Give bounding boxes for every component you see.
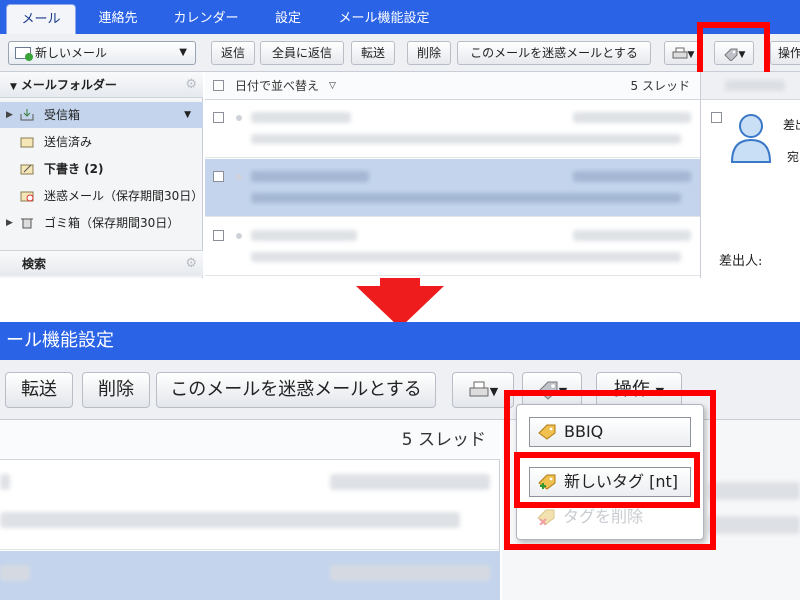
reply-all-button[interactable]: 全員に返信 — [260, 41, 344, 65]
avatar-icon — [730, 114, 772, 163]
trash-icon — [21, 218, 33, 229]
print-icon — [672, 47, 688, 58]
preview-to-partial: 宛 — [787, 150, 800, 164]
new-mail-icon — [15, 47, 33, 61]
mark-spam-button[interactable]: このメールを迷惑メールとする — [457, 41, 651, 65]
top-toolbar: 新しいメール ▼ 返信 全員に返信 転送 削除 このメールを迷惑メールとする ▼… — [0, 34, 800, 72]
list-item[interactable] — [205, 159, 700, 217]
folder-sent[interactable]: 送信済み — [0, 129, 203, 155]
inbox-icon — [20, 109, 34, 121]
gear-icon[interactable]: ⚙ — [185, 251, 197, 277]
redacted-text — [708, 482, 800, 500]
mail-list-header: 5 スレッド — [0, 420, 500, 460]
forward-button[interactable]: 転送 — [5, 372, 73, 408]
thread-count: 5 スレッド — [630, 79, 690, 93]
redacted-sender — [0, 565, 30, 581]
tab-mail[interactable]: メール — [6, 4, 76, 34]
mail-settings-title: ール機能設定 — [0, 322, 800, 360]
tab-calendar[interactable]: カレンダー — [160, 4, 252, 34]
thread-count: 5 スレッド — [401, 430, 486, 450]
list-item[interactable] — [0, 460, 500, 550]
redacted-date — [330, 474, 490, 490]
top-screenshot: メール 連絡先 カレンダー 設定 メール機能設定 新しいメール ▼ 返信 全員に… — [0, 0, 800, 278]
sent-icon — [20, 137, 34, 148]
redacted-sender — [0, 474, 10, 490]
chevron-down-icon[interactable]: ▼ — [184, 102, 191, 128]
preview-header — [701, 72, 800, 100]
folder-spam-label: 迷惑メール（保存期間30日） — [44, 189, 204, 203]
search-label: 検索 — [22, 257, 47, 271]
redacted-sender — [251, 112, 351, 123]
print-icon — [469, 381, 489, 397]
unread-dot — [236, 233, 242, 239]
redacted-text — [708, 516, 800, 534]
list-item[interactable] — [205, 100, 700, 158]
redacted-date — [573, 112, 691, 123]
preview-from-partial: 差出 — [783, 118, 800, 132]
redacted-subject — [251, 252, 681, 262]
reply-button[interactable]: 返信 — [211, 41, 255, 65]
redacted-date — [573, 230, 691, 241]
tab-settings[interactable]: 設定 — [262, 4, 314, 34]
mail-list-header: 日付で並べ替え ▽ 5 スレッド — [205, 72, 700, 100]
redacted-subject — [0, 512, 460, 528]
folder-sent-label: 送信済み — [44, 135, 93, 149]
folder-header: ▼ メールフォルダー ⚙ — [0, 72, 203, 98]
folder-drafts-label: 下書き (2) — [44, 162, 104, 176]
folder-trash-label: ゴミ箱（保存期間30日） — [44, 216, 180, 230]
delete-button[interactable]: 削除 — [82, 372, 150, 408]
folder-inbox[interactable]: ▶ 受信箱 ▼ — [0, 102, 203, 128]
redacted-subject — [725, 80, 785, 91]
tab-mail-settings[interactable]: メール機能設定 — [322, 4, 446, 34]
row-checkbox[interactable] — [213, 171, 224, 182]
chevron-down-icon: ▼ — [687, 50, 695, 60]
gear-icon[interactable]: ⚙ — [185, 72, 197, 98]
preview-sender-label: 差出人: — [719, 254, 763, 269]
spam-icon — [20, 191, 34, 202]
arrow-down-icon — [356, 278, 444, 328]
top-nav-bar: メール 連絡先 カレンダー 設定 メール機能設定 — [0, 0, 800, 34]
folder-drafts[interactable]: 下書き (2) — [0, 156, 203, 182]
tab-contacts[interactable]: 連絡先 — [86, 4, 150, 34]
redacted-sender — [251, 230, 357, 241]
redacted-date — [330, 565, 490, 581]
redacted-subject — [251, 193, 681, 203]
sort-label[interactable]: 日付で並べ替え — [235, 72, 319, 100]
new-mail-button[interactable]: 新しいメール ▼ — [8, 41, 196, 65]
chevron-down-icon: ▼ — [179, 47, 187, 58]
mail-list-pane: 日付で並べ替え ▽ 5 スレッド — [205, 72, 700, 278]
folder-trash[interactable]: ▶ ゴミ箱（保存期間30日） — [0, 210, 203, 236]
expand-arrow-icon[interactable]: ▶ — [6, 102, 13, 128]
collapse-arrow-icon: ▼ — [10, 82, 17, 92]
mail-list-pane: 5 スレッド — [0, 420, 500, 600]
redacted-subject — [251, 134, 681, 144]
redacted-date — [573, 171, 691, 182]
bottom-zoomed-screenshot: ール機能設定 転送 削除 このメールを迷惑メールとする ▼ ▼ 操作 ▼ 5 ス… — [0, 322, 800, 600]
row-checkbox[interactable] — [213, 112, 224, 123]
operations-button[interactable]: 操作 — [770, 41, 800, 65]
search-header[interactable]: 検索 ⚙ — [0, 250, 203, 276]
draft-icon — [20, 164, 34, 175]
mark-spam-button[interactable]: このメールを迷惑メールとする — [156, 372, 436, 408]
redacted-sender — [251, 171, 369, 182]
sort-arrow-icon[interactable]: ▽ — [329, 72, 336, 100]
preview-checkbox[interactable] — [711, 112, 722, 123]
unread-dot — [236, 115, 242, 121]
new-mail-label: 新しいメール — [35, 46, 108, 60]
select-all-checkbox[interactable] — [213, 80, 224, 91]
folder-pane: ▼ メールフォルダー ⚙ ▶ 受信箱 ▼ 送信済み 下書き (2) 迷惑メール（保… — [0, 72, 203, 278]
list-item[interactable] — [205, 218, 700, 276]
preview-pane: 差出 宛 差出人: — [700, 72, 800, 278]
folder-spam[interactable]: 迷惑メール（保存期間30日） — [0, 183, 203, 209]
chevron-down-icon: ▼ — [489, 385, 499, 398]
row-checkbox[interactable] — [213, 230, 224, 241]
delete-button[interactable]: 削除 — [407, 41, 451, 65]
forward-button[interactable]: 転送 — [351, 41, 395, 65]
list-item[interactable] — [0, 551, 500, 600]
folder-header-label: メールフォルダー — [20, 78, 117, 92]
highlight-new-tag — [514, 452, 700, 508]
folder-inbox-label: 受信箱 — [44, 108, 81, 122]
unread-dot — [236, 174, 242, 180]
expand-arrow-icon[interactable]: ▶ — [6, 210, 13, 236]
